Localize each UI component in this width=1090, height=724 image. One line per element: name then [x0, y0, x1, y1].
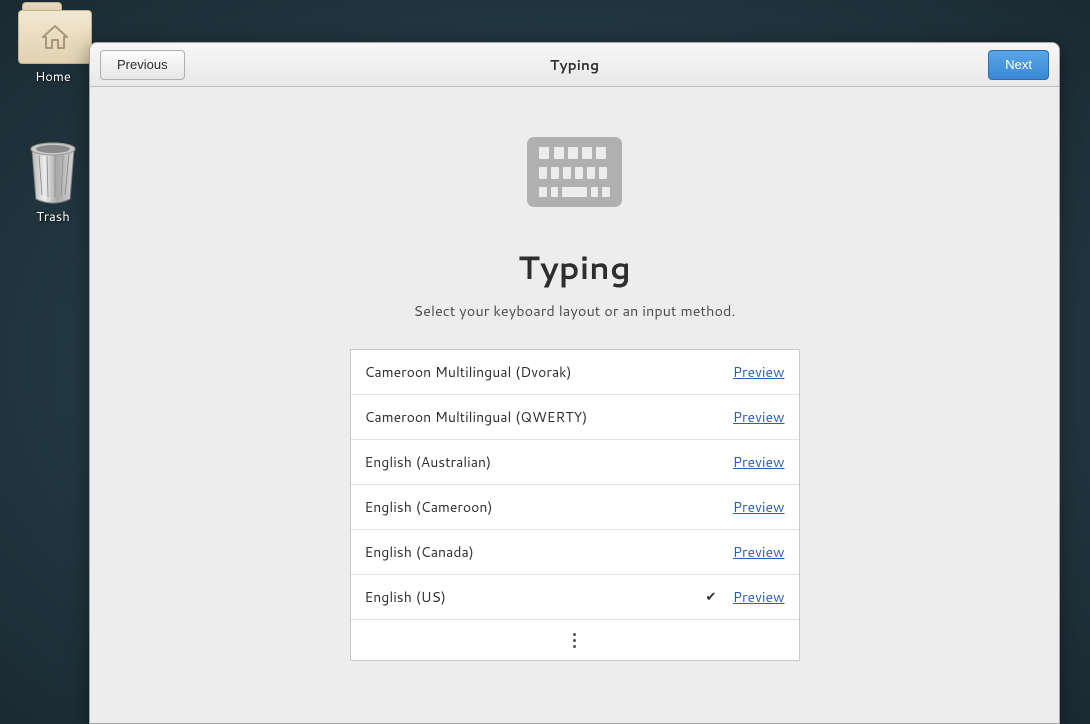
- layout-name: English (Cameroon): [365, 497, 703, 517]
- preview-link[interactable]: Preview: [733, 362, 785, 382]
- layout-row[interactable]: Cameroon Multilingual (QWERTY) Preview: [351, 395, 799, 440]
- desktop-icon-trash[interactable]: Trash: [8, 140, 98, 226]
- layout-name: English (Australian): [365, 452, 703, 472]
- content-area: Typing Select your keyboard layout or an…: [90, 87, 1059, 723]
- layout-row[interactable]: English (Canada) Preview: [351, 530, 799, 575]
- desktop-icon-label: Trash: [36, 208, 70, 226]
- desktop-icon-home[interactable]: Home: [8, 0, 98, 86]
- titlebar: Previous Typing Next: [90, 43, 1059, 87]
- initial-setup-window: Previous Typing Next Typing Select your …: [89, 42, 1060, 724]
- home-folder-icon: [18, 0, 88, 66]
- house-icon: [40, 24, 70, 50]
- next-button[interactable]: Next: [988, 50, 1049, 80]
- checkmark-icon: ✔: [703, 588, 719, 606]
- layout-row[interactable]: Cameroon Multilingual (Dvorak) Preview: [351, 350, 799, 395]
- preview-link[interactable]: Preview: [733, 587, 785, 607]
- keyboard-layout-list: Cameroon Multilingual (Dvorak)PreviewCam…: [350, 349, 800, 661]
- layout-name: Cameroon Multilingual (Dvorak): [365, 362, 703, 382]
- page-heading: Typing: [518, 245, 631, 290]
- keyboard-icon: [527, 137, 622, 207]
- trash-icon: [18, 140, 88, 206]
- page-subtitle: Select your keyboard layout or an input …: [414, 300, 736, 321]
- layout-name: English (US): [365, 587, 703, 607]
- layout-name: Cameroon Multilingual (QWERTY): [365, 407, 703, 427]
- preview-link[interactable]: Preview: [733, 542, 785, 562]
- previous-button[interactable]: Previous: [100, 50, 185, 80]
- more-icon: [573, 633, 576, 648]
- preview-link[interactable]: Preview: [733, 497, 785, 517]
- preview-link[interactable]: Preview: [733, 452, 785, 472]
- layout-row[interactable]: English (US)✔ Preview: [351, 575, 799, 620]
- window-title: Typing: [90, 55, 1059, 75]
- layout-row[interactable]: English (Cameroon) Preview: [351, 485, 799, 530]
- preview-link[interactable]: Preview: [733, 407, 785, 427]
- layout-row[interactable]: English (Australian) Preview: [351, 440, 799, 485]
- show-more-button[interactable]: [351, 620, 799, 660]
- layout-name: English (Canada): [365, 542, 703, 562]
- desktop-icon-label: Home: [35, 68, 71, 86]
